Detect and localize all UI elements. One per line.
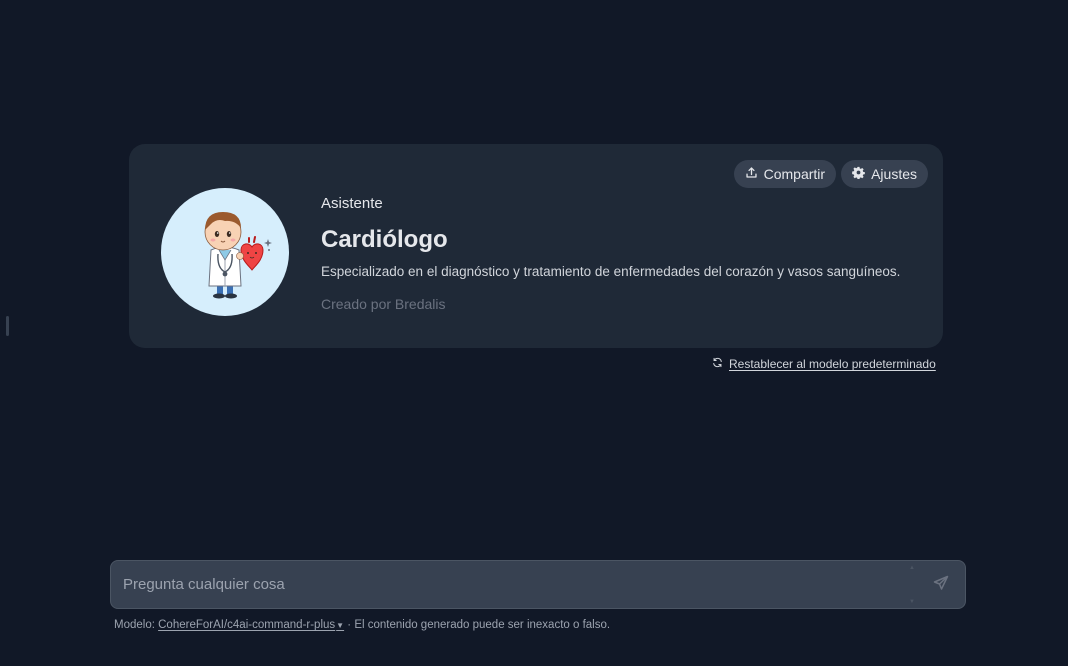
reset-model-label: Restablecer al modelo predeterminado [729,357,936,371]
app-root: Compartir Ajustes Asistente Cardiólogo E… [0,0,1068,666]
share-label: Compartir [763,166,826,182]
send-button[interactable] [931,575,951,595]
card-actions: Compartir Ajustes [733,160,928,188]
assistant-info: Asistente Cardiólogo Especializado en el… [321,194,921,313]
assistant-avatar [161,188,289,316]
send-icon [933,575,949,596]
scroll-up-icon: ▲ [909,565,915,571]
textarea-scroll-indicator: ▲ ▼ [908,565,916,605]
model-footer: Modelo: CohereForAI/c4ai-command-r-plus▼… [114,619,610,631]
assistant-kicker: Asistente [321,195,383,212]
model-selector-link[interactable]: CohereForAI/c4ai-command-r-plus▼ [158,619,344,631]
chat-input[interactable] [111,561,891,608]
model-prefix: Modelo: [114,619,155,631]
share-button[interactable]: Compartir [733,160,837,188]
sidebar-toggle-handle[interactable] [6,316,9,336]
gear-icon [852,166,865,182]
assistant-card: Compartir Ajustes Asistente Cardiólogo E… [129,144,943,348]
chevron-down-icon: ▼ [336,621,345,630]
assistant-name: Cardiólogo [321,226,448,253]
refresh-icon [712,357,723,371]
assistant-description: Especializado en el diagnóstico y tratam… [321,264,901,279]
share-upload-icon [745,166,758,182]
settings-button[interactable]: Ajustes [841,160,928,188]
assistant-author: Creado por Bredalis [321,296,446,312]
scroll-down-icon: ▼ [909,599,915,605]
chat-input-container: ▲ ▼ [110,560,966,609]
model-name: CohereForAI/c4ai-command-r-plus [158,619,336,631]
reset-model-link[interactable]: Restablecer al modelo predeterminado [712,357,936,371]
doctor-holding-heart-illustration [204,212,272,299]
model-disclaimer: · El contenido generado puede ser inexac… [347,619,611,631]
settings-label: Ajustes [871,166,917,182]
